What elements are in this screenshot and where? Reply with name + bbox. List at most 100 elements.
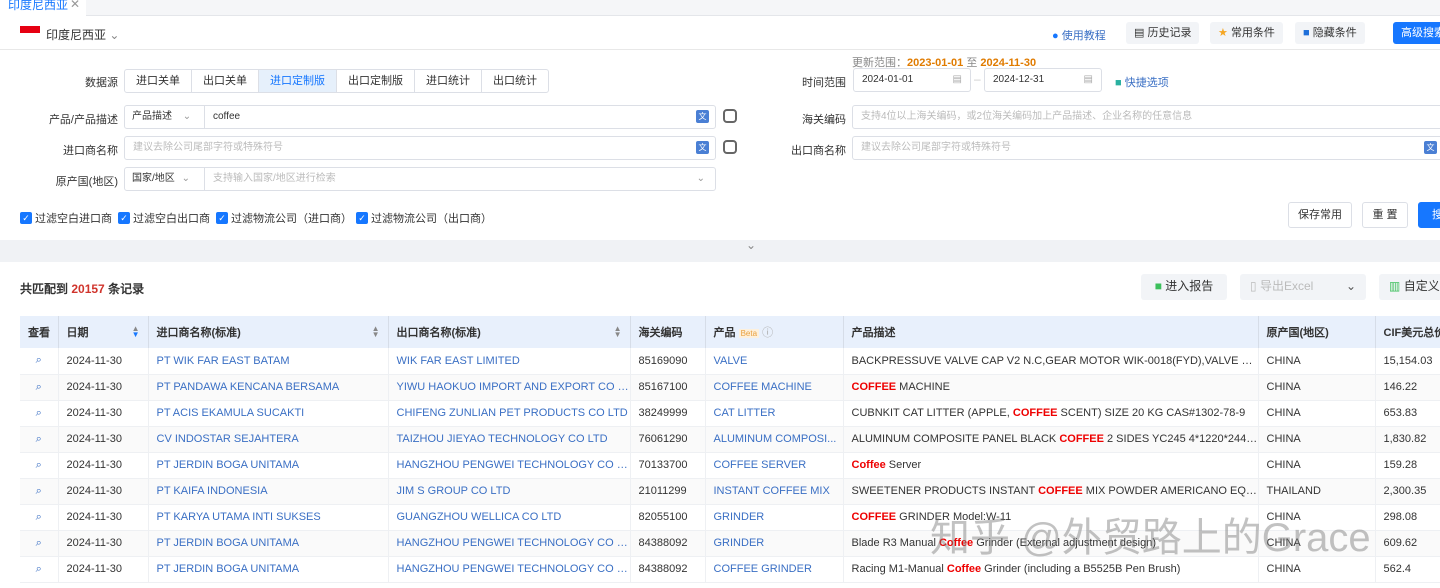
chevron-down-icon: ⌄ [182,111,192,122]
translate-icon[interactable]: 文 [1424,141,1437,154]
importer-input[interactable]: 建议去除公司尾部字符或特殊符号 文 [124,136,716,160]
source-export-stats[interactable]: 出口统计 [482,70,548,92]
beta-badge: Beta [738,329,760,338]
cell-importer-link[interactable]: PT PANDAWA KENCANA BERSAMA [148,374,389,401]
cell-product-link[interactable]: GRINDER [705,530,844,557]
translate-icon[interactable]: 文 [696,141,709,154]
cell-description: BACKPRESSUVE VALVE CAP V2 N.C,GEAR MOTOR… [843,348,1259,375]
cell-cif: 15,154.03 [1375,348,1440,375]
cell-product-link[interactable]: COFFEE SERVER [705,452,844,479]
origin-input[interactable]: 国家/地区 ⌄ 支持输入国家/地区进行检索 ⌄ [124,167,716,191]
date-from-input[interactable]: 2024-01-01 ▤ [853,68,971,92]
tutorial-link[interactable]: ● 使用教程 [1052,27,1106,43]
origin-type-select[interactable]: 国家/地区 ⌄ [125,168,205,190]
cell-product-link[interactable]: COFFEE GRINDER [705,556,844,583]
cell-importer-link[interactable]: CV INDOSTAR SEJAHTERA [148,426,389,453]
view-search-icon[interactable]: ⌕ [20,530,59,557]
cell-exporter-link[interactable]: YIWU HAOKUO IMPORT AND EXPORT CO L... [388,374,631,401]
hide-label: 隐藏条件 [1312,27,1357,39]
cell-importer-link[interactable]: PT ACIS EKAMULA SUCAKTI [148,400,389,427]
cell-product-link[interactable]: GRINDER [705,504,844,531]
desc-text: Blade R3 Manual [851,537,939,549]
col-importer[interactable]: 进口商名称(标准) ▲ ▼ [148,316,389,348]
cell-importer-link[interactable]: PT JERDIN BOGA UNITAMA [148,452,389,479]
quick-options-link[interactable]: ■ 快捷选项 [1115,74,1169,90]
tab-label: 印度尼西亚 [8,0,69,12]
cell-exporter-link[interactable]: JIM S GROUP CO LTD [388,478,631,505]
translate-icon[interactable]: 文 [696,110,709,123]
tab-indonesia[interactable]: 印度尼西亚 ✕ [0,0,86,16]
view-search-icon[interactable]: ⌕ [20,348,59,375]
source-import-customs[interactable]: 进口关单 [125,70,192,92]
source-export-customs[interactable]: 出口关单 [192,70,259,92]
cell-exporter-link[interactable]: WIK FAR EAST LIMITED [388,348,631,375]
cell-product-link[interactable]: COFFEE MACHINE [705,374,844,401]
source-export-custom[interactable]: 出口定制版 [337,70,415,92]
cell-product-link[interactable]: ALUMINUM COMPOSI... [705,426,844,453]
origin-select-label: 国家/地区 [132,173,175,184]
cell-exporter-link[interactable]: GUANGZHOU WELLICA CO LTD [388,504,631,531]
desc-text: BACKPRESSUVE VALVE CAP V2 N.C,GEAR MOTOR… [851,354,1258,367]
cell-exporter-link[interactable]: TAIZHOU JIEYAO TECHNOLOGY CO LTD [388,426,631,453]
cell-exporter-link[interactable]: CHIFENG ZUNLIAN PET PRODUCTS CO LTD [388,400,631,427]
hide-conditions-button[interactable]: ■ 隐藏条件 [1295,22,1365,44]
info-icon[interactable]: ⓘ [762,327,773,339]
cell-exporter-link[interactable]: HANGZHOU PENGWEI TECHNOLOGY CO L... [388,530,631,557]
sort-icon[interactable]: ▲ ▼ [132,325,140,339]
filter-logistics-importer-checkbox[interactable]: ✓ 过滤物流公司（进口商） [216,210,352,226]
cell-importer-link[interactable]: PT JERDIN BOGA UNITAMA [148,556,389,583]
search-button[interactable]: 搜索 [1418,202,1440,228]
desc-highlight: Coffee [946,563,982,575]
zoom-search-icon[interactable] [723,109,737,123]
close-icon[interactable]: ✕ [70,0,80,11]
report-icon: ■ [1154,279,1162,293]
view-search-icon[interactable]: ⌕ [20,374,59,401]
source-import-custom[interactable]: 进口定制版 [259,70,337,92]
cell-importer-link[interactable]: PT KAIFA INDONESIA [148,478,389,505]
zoom-search-icon[interactable] [723,140,737,154]
filter-logistics-exporter-checkbox[interactable]: ✓ 过滤物流公司（出口商） [356,210,492,226]
col-date[interactable]: 日期 ▲ ▼ [58,316,149,348]
play-icon: ● [1052,30,1059,42]
view-search-icon[interactable]: ⌕ [20,478,59,505]
chevron-down-icon[interactable]: ⌄ [1346,274,1356,298]
enter-report-button[interactable]: ■ 进入报告 [1141,274,1227,300]
sort-icon[interactable]: ▲ ▼ [614,325,622,339]
cell-importer-link[interactable]: PT KARYA UTAMA INTI SUKSES [148,504,389,531]
exporter-input[interactable]: 建议去除公司尾部字符或特殊符号 文 [852,136,1440,160]
source-import-stats[interactable]: 进口统计 [415,70,482,92]
history-button[interactable]: ▤ 历史记录 [1126,22,1200,44]
advanced-search-button[interactable]: 高级搜索 [1393,22,1440,44]
common-conditions-button[interactable]: ★ 常用条件 [1210,22,1283,44]
cell-hs: 21011299 [630,478,706,505]
product-input[interactable]: 产品描述 ⌄ coffee 文 [124,105,716,129]
cell-product-link[interactable]: INSTANT COFFEE MIX [705,478,844,505]
cell-importer-link[interactable]: PT WIK FAR EAST BATAM [148,348,389,375]
country-select[interactable]: 印度尼西亚 ⌄ [46,26,119,43]
view-search-icon[interactable]: ⌕ [20,426,59,453]
collapse-chevron-icon[interactable]: ⌄ [746,238,756,252]
view-search-icon[interactable]: ⌕ [20,400,59,427]
customize-button[interactable]: ▥ 自定义 [1379,274,1440,300]
hs-input[interactable]: 支持4位以上海关编码，或2位海关编码加上产品描述、企业名称的任意信息 [852,105,1440,129]
product-type-select[interactable]: 产品描述 ⌄ [125,106,205,128]
cell-exporter-link[interactable]: HANGZHOU PENGWEI TECHNOLOGY CO L... [388,556,631,583]
cell-product-link[interactable]: VALVE [705,348,844,375]
cell-product-link[interactable]: CAT LITTER [705,400,844,427]
filter-empty-importer-checkbox[interactable]: ✓ 过滤空白进口商 [20,210,112,226]
desc-highlight: Coffee [851,459,886,471]
cell-exporter-link[interactable]: HANGZHOU PENGWEI TECHNOLOGY CO L... [388,452,631,479]
cell-importer-link[interactable]: PT JERDIN BOGA UNITAMA [148,530,389,557]
cell-description: SWEETENER PRODUCTS INSTANT COFFEE MIX PO… [843,478,1259,505]
view-search-icon[interactable]: ⌕ [20,504,59,531]
filter-empty-exporter-checkbox[interactable]: ✓ 过滤空白出口商 [118,210,210,226]
export-excel-button[interactable]: ▯ 导出Excel ⌄ [1240,274,1366,300]
reset-button[interactable]: 重 置 [1362,202,1408,228]
desc-text: SCENT) SIZE 20 KG CAS#1302-78-9 [1057,407,1246,419]
view-search-icon[interactable]: ⌕ [20,556,59,583]
view-search-icon[interactable]: ⌕ [20,452,59,479]
save-common-button[interactable]: 保存常用 [1288,202,1352,228]
col-exporter[interactable]: 出口商名称(标准) ▲ ▼ [388,316,631,348]
sort-icon[interactable]: ▲ ▼ [372,325,380,339]
date-to-input[interactable]: 2024-12-31 ▤ [984,68,1102,92]
